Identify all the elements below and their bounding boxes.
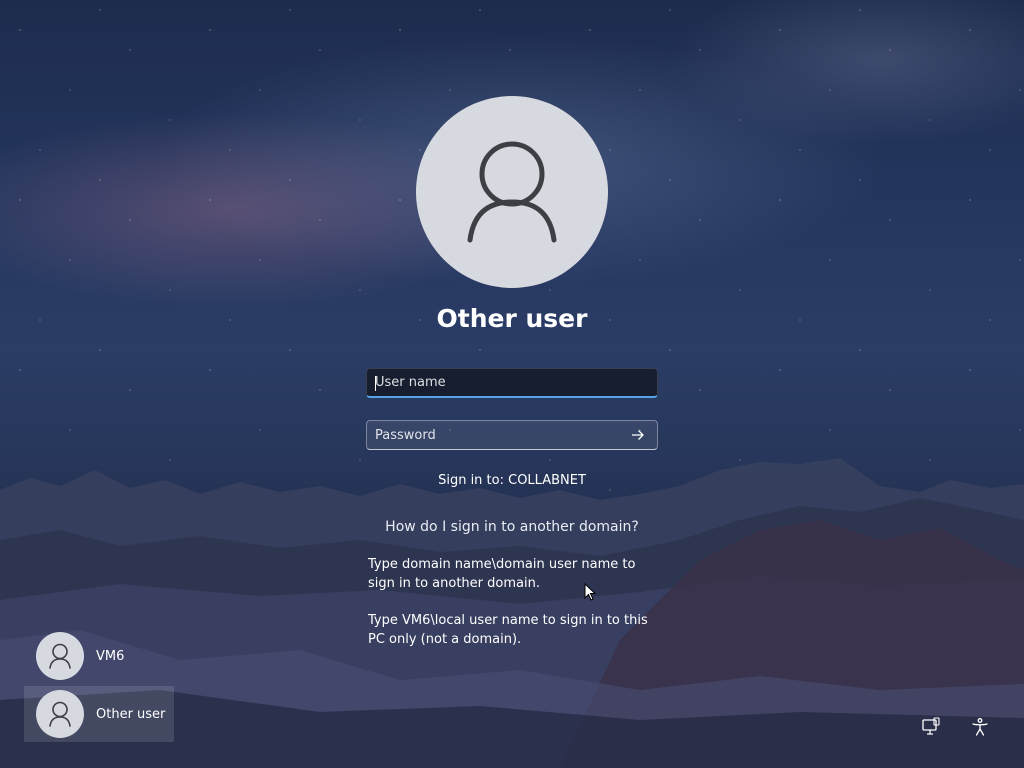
other-domain-help-link[interactable]: How do I sign in to another domain?	[312, 518, 712, 537]
password-input[interactable]	[367, 421, 657, 449]
help-text-local: Type VM6\local user name to sign in to t…	[368, 613, 648, 647]
user-icon	[49, 701, 71, 727]
avatar	[36, 632, 84, 680]
user-icon	[49, 643, 71, 669]
user-tile-other-user[interactable]: Other user	[24, 686, 174, 742]
user-tile-label: VM6	[96, 648, 125, 664]
user-tile-vm6[interactable]: VM6	[24, 628, 174, 684]
lock-screen: Other user Sign in to: COLLABNET How do …	[0, 0, 1024, 768]
sign-in-domain-label: Sign in to: COLLABNET	[438, 473, 586, 488]
avatar	[36, 690, 84, 738]
network-icon[interactable]	[920, 716, 942, 738]
user-avatar-large	[416, 96, 608, 288]
username-field[interactable]	[366, 368, 658, 398]
text-caret	[375, 376, 376, 391]
submit-arrow-icon[interactable]	[629, 427, 647, 443]
mouse-cursor-icon	[584, 583, 597, 601]
user-tile-label: Other user	[96, 706, 166, 722]
accessibility-icon[interactable]	[969, 716, 991, 738]
help-text-domain: Type domain name\domain user name to sig…	[368, 557, 636, 591]
username-input[interactable]	[367, 369, 657, 396]
user-icon	[467, 141, 557, 243]
password-field[interactable]	[366, 420, 658, 450]
selected-user-name: Other user	[436, 304, 588, 333]
